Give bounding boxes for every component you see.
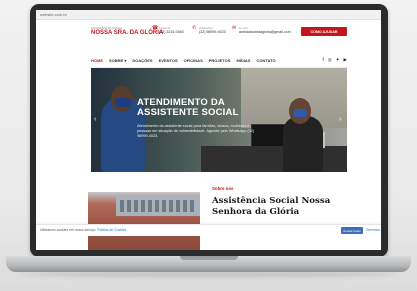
- hero-overlay: [91, 68, 347, 172]
- email-value: ambdadolardagloria@gmail.com: [239, 30, 291, 34]
- social-links: f ◎ ✦ ▶: [323, 57, 347, 63]
- cookie-policy-link[interactable]: Política de Cookies: [97, 228, 126, 232]
- nav-item-sobre[interactable]: SOBRE ▾: [109, 58, 126, 63]
- youtube-icon[interactable]: ▶: [344, 57, 347, 63]
- nav-item-home[interactable]: HOME: [91, 58, 103, 63]
- nav-item-oficinas[interactable]: OFICINAS: [184, 58, 203, 63]
- whatsapp-contact[interactable]: ✆ WhatsApp (32) 98999-4023: [192, 26, 226, 35]
- phone-value: (32) 3215-0465: [159, 30, 184, 34]
- twitter-icon[interactable]: ✦: [336, 57, 340, 63]
- cookie-manage-button[interactable]: Gerenciar: [366, 228, 380, 232]
- site-logo[interactable]: ASSISTÊNCIA SOCIAL NOSSA SRA. DA GLÓRIA: [91, 26, 164, 37]
- logo-main-text: NOSSA SRA. DA GLÓRIA: [91, 30, 164, 36]
- cookie-bar: Utilizamos cookies em nosso serviço. Pol…: [36, 224, 381, 236]
- hero-next-arrow-icon[interactable]: ›: [339, 116, 341, 124]
- laptop-notch: [180, 256, 238, 260]
- nav-item-doacoes[interactable]: DOAÇÕES: [132, 58, 152, 63]
- browser-bar: website.com.br: [36, 10, 381, 20]
- nav-item-midias[interactable]: MÍDIAS: [236, 58, 250, 63]
- nav-item-projetos[interactable]: PROJETOS: [209, 58, 231, 63]
- email-contact[interactable]: ✉ E-mail ambdadolardagloria@gmail.com: [232, 26, 291, 35]
- cookie-text: Utilizamos cookies em nosso serviço. Pol…: [40, 228, 126, 232]
- browser-url[interactable]: website.com.br: [40, 11, 67, 18]
- hero-text: Atendimento da assistente social para fa…: [137, 124, 255, 138]
- phone-contact[interactable]: ☎ Telefone (32) 3215-0465: [152, 26, 184, 35]
- facebook-icon[interactable]: f: [323, 57, 324, 63]
- donate-button[interactable]: COMO AJUDAR: [301, 27, 347, 36]
- cookie-message: Utilizamos cookies em nosso serviço.: [40, 228, 97, 232]
- hero-prev-arrow-icon[interactable]: ‹: [94, 116, 96, 124]
- cookie-accept-button[interactable]: Aceitar todos: [341, 227, 363, 234]
- laptop-screen: website.com.br ASSISTÊNCIA SOCIAL NOSSA …: [36, 10, 381, 250]
- nav-item-eventos[interactable]: EVENTOS: [159, 58, 178, 63]
- whatsapp-value: (32) 98999-4023: [199, 30, 226, 34]
- about-image-windows: [120, 200, 196, 212]
- instagram-icon[interactable]: ◎: [328, 57, 332, 63]
- hero-title: ATENDIMENTO DA ASSISTENTE SOCIAL: [137, 97, 239, 118]
- about-title: Assistência Social Nossa Senhora da Glór…: [212, 196, 331, 217]
- about-kicker: Sobre nós: [212, 186, 234, 191]
- email-icon: ✉: [232, 25, 237, 31]
- hero-slider: ATENDIMENTO DA ASSISTENTE SOCIAL Atendim…: [91, 68, 347, 172]
- phone-icon: ☎: [152, 25, 159, 31]
- main-nav: HOME SOBRE ▾ DOAÇÕES EVENTOS OFICINAS PR…: [91, 54, 347, 68]
- nav-item-contato[interactable]: CONTATO: [256, 58, 275, 63]
- whatsapp-icon: ✆: [192, 25, 197, 31]
